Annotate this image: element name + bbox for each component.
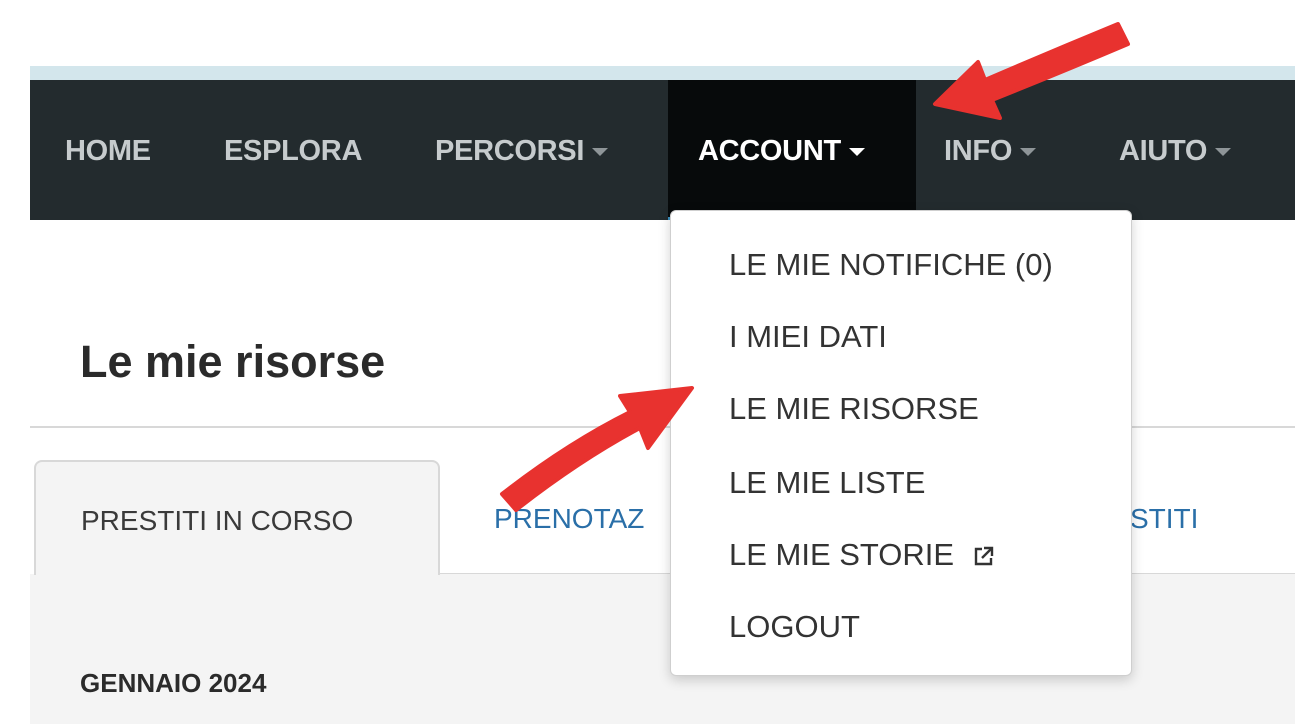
page-title: Le mie risorse (80, 336, 386, 387)
menu-item-mie-storie[interactable]: LE MIE STORIE (729, 537, 995, 575)
tab-label: PRENOTAZ (494, 503, 645, 534)
month-heading: GENNAIO 2024 (80, 668, 267, 698)
nav-aiuto[interactable]: AIUTO (1119, 80, 1232, 220)
nav-home-label: HOME (65, 135, 151, 167)
menu-item-notifiche[interactable]: LE MIE NOTIFICHE (0) (729, 247, 1053, 283)
navbar-top-border (30, 66, 1295, 80)
menu-item-mie-risorse[interactable]: LE MIE RISORSE (729, 391, 979, 427)
nav-esplora-label: ESPLORA (224, 135, 363, 167)
menu-item-miei-dati[interactable]: I MIEI DATI (729, 319, 887, 355)
nav-account[interactable]: ACCOUNT (668, 80, 916, 220)
tab-prestiti-in-corso[interactable]: PRESTITI IN CORSO (34, 460, 440, 575)
tab-prenotazioni[interactable]: PRENOTAZ (494, 460, 644, 575)
menu-item-mie-liste[interactable]: LE MIE LISTE (729, 465, 925, 501)
tab-storico-prestiti[interactable]: STITI (1130, 460, 1198, 575)
nav-info-label: INFO (944, 135, 1013, 167)
nav-home[interactable]: HOME (65, 80, 151, 220)
nav-percorsi[interactable]: PERCORSI (435, 80, 609, 220)
nav-aiuto-label: AIUTO (1119, 135, 1208, 167)
nav-info[interactable]: INFO (944, 80, 1037, 220)
account-dropdown-menu: LE MIE NOTIFICHE (0) I MIEI DATI LE MIE … (670, 210, 1132, 676)
tab-label: STITI (1130, 503, 1199, 534)
tab-label: PRESTITI IN CORSO (81, 505, 354, 536)
caret-down-icon (592, 148, 609, 157)
menu-item-mie-storie-label: LE MIE STORIE (729, 537, 955, 572)
caret-down-icon (848, 148, 865, 157)
external-link-icon (973, 539, 995, 575)
nav-account-label: ACCOUNT (698, 135, 841, 167)
caret-down-icon (1215, 148, 1232, 157)
caret-down-icon (1020, 148, 1037, 157)
nav-esplora[interactable]: ESPLORA (224, 80, 362, 220)
menu-item-logout[interactable]: LOGOUT (729, 609, 860, 645)
nav-percorsi-label: PERCORSI (435, 135, 585, 167)
main-navbar: HOME ESPLORA PERCORSI ACCOUNT INFO AIUTO (30, 80, 1295, 220)
